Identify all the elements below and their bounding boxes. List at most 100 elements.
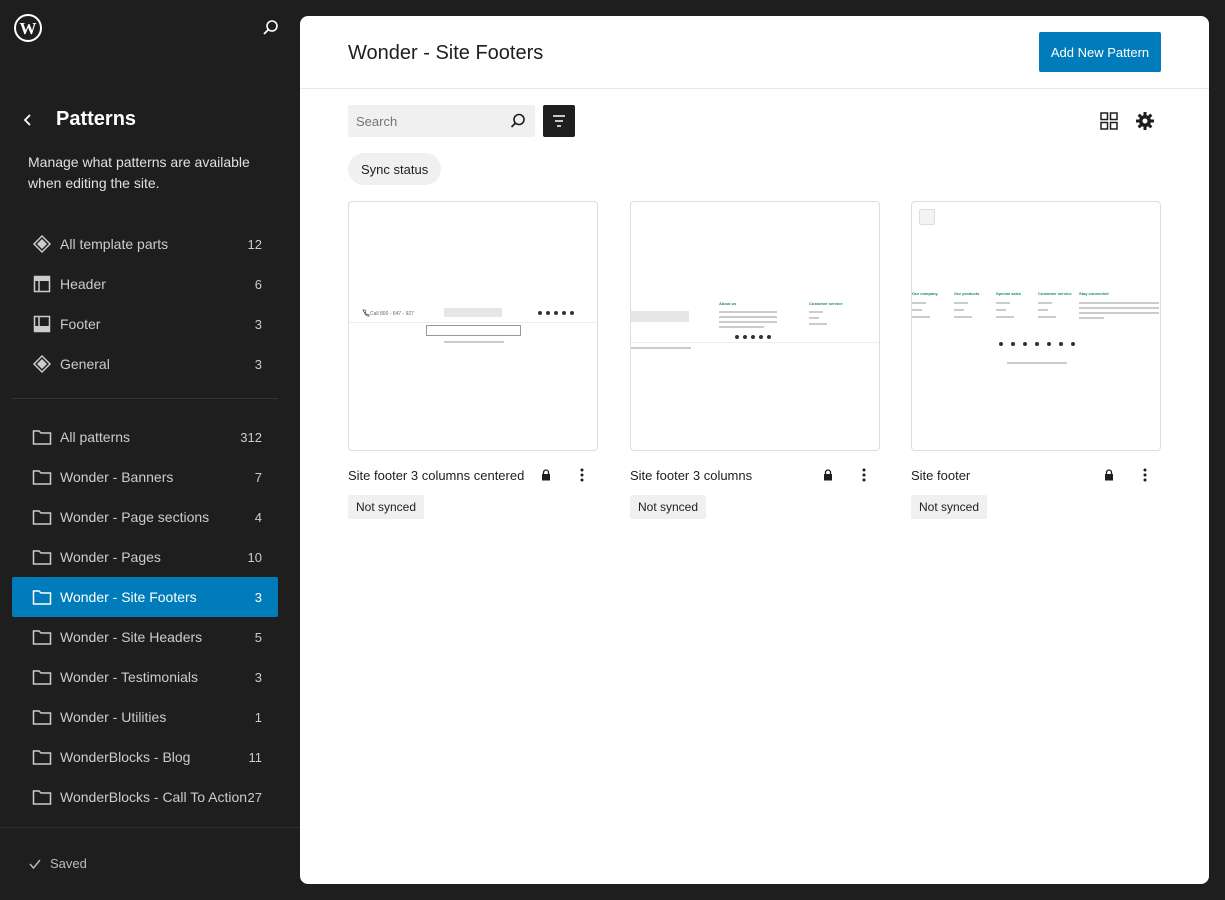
thumb-text-line — [954, 316, 972, 318]
thumb-heading: About us — [719, 301, 737, 306]
nav-item-all-template-parts[interactable]: All template parts 12 — [12, 224, 278, 264]
phone-icon — [362, 309, 370, 317]
thumb-text-line — [1038, 302, 1052, 304]
thumb-heading: Our products — [954, 291, 980, 296]
sync-status-filter[interactable]: Sync status — [348, 153, 442, 185]
thumb-copyright — [631, 347, 691, 349]
more-options-icon[interactable] — [1137, 467, 1153, 483]
gear-icon[interactable] — [1134, 110, 1156, 132]
thumb-text-line — [1038, 316, 1056, 318]
nav-item-label: Wonder - Banners — [60, 469, 174, 485]
folder-icon — [30, 665, 54, 689]
wordpress-logo-icon[interactable]: W — [14, 14, 42, 42]
folder-icon — [30, 425, 54, 449]
card-footer: Site footer 3 columns — [630, 467, 880, 483]
nav-item-label: Wonder - Testimonials — [60, 669, 198, 685]
nav-item-wonder-banners[interactable]: Wonder - Banners 7 — [12, 457, 278, 497]
nav-item-footer[interactable]: Footer 3 — [12, 304, 278, 344]
sync-status-badge: Not synced — [348, 495, 425, 519]
thumb-text-line — [1079, 307, 1159, 309]
symbol-icon — [30, 352, 54, 376]
sidebar-title: Patterns — [56, 108, 137, 130]
social-icon — [1035, 342, 1039, 346]
thumb-heading: Customer service — [1038, 291, 1072, 296]
footer-icon — [30, 312, 54, 336]
pattern-preview[interactable]: Call 800 - 647 - 927 — [348, 201, 598, 451]
pattern-title[interactable]: Site footer 3 columns — [630, 468, 822, 483]
grid-view-icon[interactable] — [1098, 110, 1120, 132]
nav-item-count: 27 — [247, 789, 262, 805]
thumb-heading: Stay connected — [1079, 291, 1109, 296]
nav-item-wonderblocks-call-to-action[interactable]: WonderBlocks - Call To Action 27 — [12, 777, 278, 817]
social-icon — [751, 335, 755, 339]
search-icon[interactable] — [262, 19, 280, 37]
chevron-left-icon[interactable] — [20, 110, 36, 130]
pattern-title[interactable]: Site footer 3 columns centered — [348, 468, 540, 483]
sidebar-footer-divider — [0, 827, 300, 828]
nav-item-wonder-pages[interactable]: Wonder - Pages 10 — [12, 537, 278, 577]
social-icon — [538, 311, 542, 315]
save-status: Saved — [28, 856, 87, 871]
nav-item-count: 3 — [254, 589, 262, 605]
more-options-icon[interactable] — [574, 467, 590, 483]
social-icon — [1023, 342, 1027, 346]
nav-item-all-patterns[interactable]: All patterns 312 — [12, 417, 278, 457]
nav-item-count: 10 — [247, 549, 262, 565]
main-panel: Wonder - Site Footers Add New Pattern Se… — [300, 16, 1209, 884]
nav-item-count: 4 — [254, 509, 262, 525]
thumb-text-line — [954, 302, 968, 304]
nav-item-label: Wonder - Pages — [60, 549, 161, 565]
thumb-text-line — [809, 317, 819, 319]
filter-icon — [553, 115, 565, 127]
template-parts-nav: All template parts 12 Header 6 Footer 3 … — [12, 224, 278, 384]
nav-item-wonder-utilities[interactable]: Wonder - Utilities 1 — [12, 697, 278, 737]
nav-item-label: Wonder - Site Footers — [60, 589, 197, 605]
nav-item-wonder-site-headers[interactable]: Wonder - Site Headers 5 — [12, 617, 278, 657]
nav-item-count: 11 — [248, 749, 263, 765]
search-box — [348, 105, 535, 137]
folder-icon — [30, 505, 54, 529]
lock-icon — [824, 469, 832, 481]
add-new-pattern-button[interactable]: Add New Pattern — [1039, 32, 1161, 72]
thumb-text-line — [1079, 312, 1159, 314]
nav-item-general[interactable]: General 3 — [12, 344, 278, 384]
page-title: Wonder - Site Footers — [348, 42, 544, 64]
search-input[interactable] — [348, 105, 498, 137]
folder-icon — [30, 785, 54, 809]
pattern-title[interactable]: Site footer — [911, 468, 1103, 483]
social-icon — [1059, 342, 1063, 346]
nav-item-count: 312 — [240, 429, 262, 445]
nav-item-count: 3 — [254, 669, 262, 685]
nav-item-wonderblocks-blog[interactable]: WonderBlocks - Blog 11 — [12, 737, 278, 777]
folder-icon — [30, 745, 54, 769]
thumb-text-line — [912, 302, 926, 304]
pattern-categories-nav: All patterns 312 Wonder - Banners 7 Wond… — [12, 417, 278, 817]
pattern-preview[interactable]: Our company Our products Special sales C… — [911, 201, 1161, 451]
thumb-text-line — [996, 316, 1014, 318]
pattern-card: Our company Our products Special sales C… — [911, 201, 1161, 519]
more-options-icon[interactable] — [856, 467, 872, 483]
search-icon[interactable] — [509, 112, 527, 130]
folder-icon — [30, 545, 54, 569]
svg-text:W: W — [20, 19, 37, 38]
nav-item-count: 12 — [247, 236, 262, 252]
filter-button[interactable] — [543, 105, 575, 137]
nav-item-wonder-testimonials[interactable]: Wonder - Testimonials 3 — [12, 657, 278, 697]
thumb-divider — [349, 322, 597, 323]
nav-item-header[interactable]: Header 6 — [12, 264, 278, 304]
pattern-preview[interactable]: About us Customer service — [630, 201, 880, 451]
thumb-text-line — [1079, 302, 1159, 304]
social-icon — [767, 335, 771, 339]
nav-item-wonder-page-sections[interactable]: Wonder - Page sections 4 — [12, 497, 278, 537]
sync-status-badge: Not synced — [630, 495, 707, 519]
nav-item-label: All template parts — [60, 236, 169, 252]
social-icon — [562, 311, 566, 315]
thumb-text-line — [996, 309, 1006, 311]
nav-item-label: WonderBlocks - Call To Action — [60, 789, 248, 805]
pattern-card: Call 800 - 647 - 927 Site footer 3 colum… — [348, 201, 598, 519]
lock-icon — [542, 469, 550, 481]
nav-item-count: 7 — [254, 469, 262, 485]
sidebar-description: Manage what patterns are available when … — [28, 154, 250, 191]
nav-item-wonder-site-footers[interactable]: Wonder - Site Footers 3 — [12, 577, 278, 617]
thumb-heading: Our company — [912, 291, 938, 296]
